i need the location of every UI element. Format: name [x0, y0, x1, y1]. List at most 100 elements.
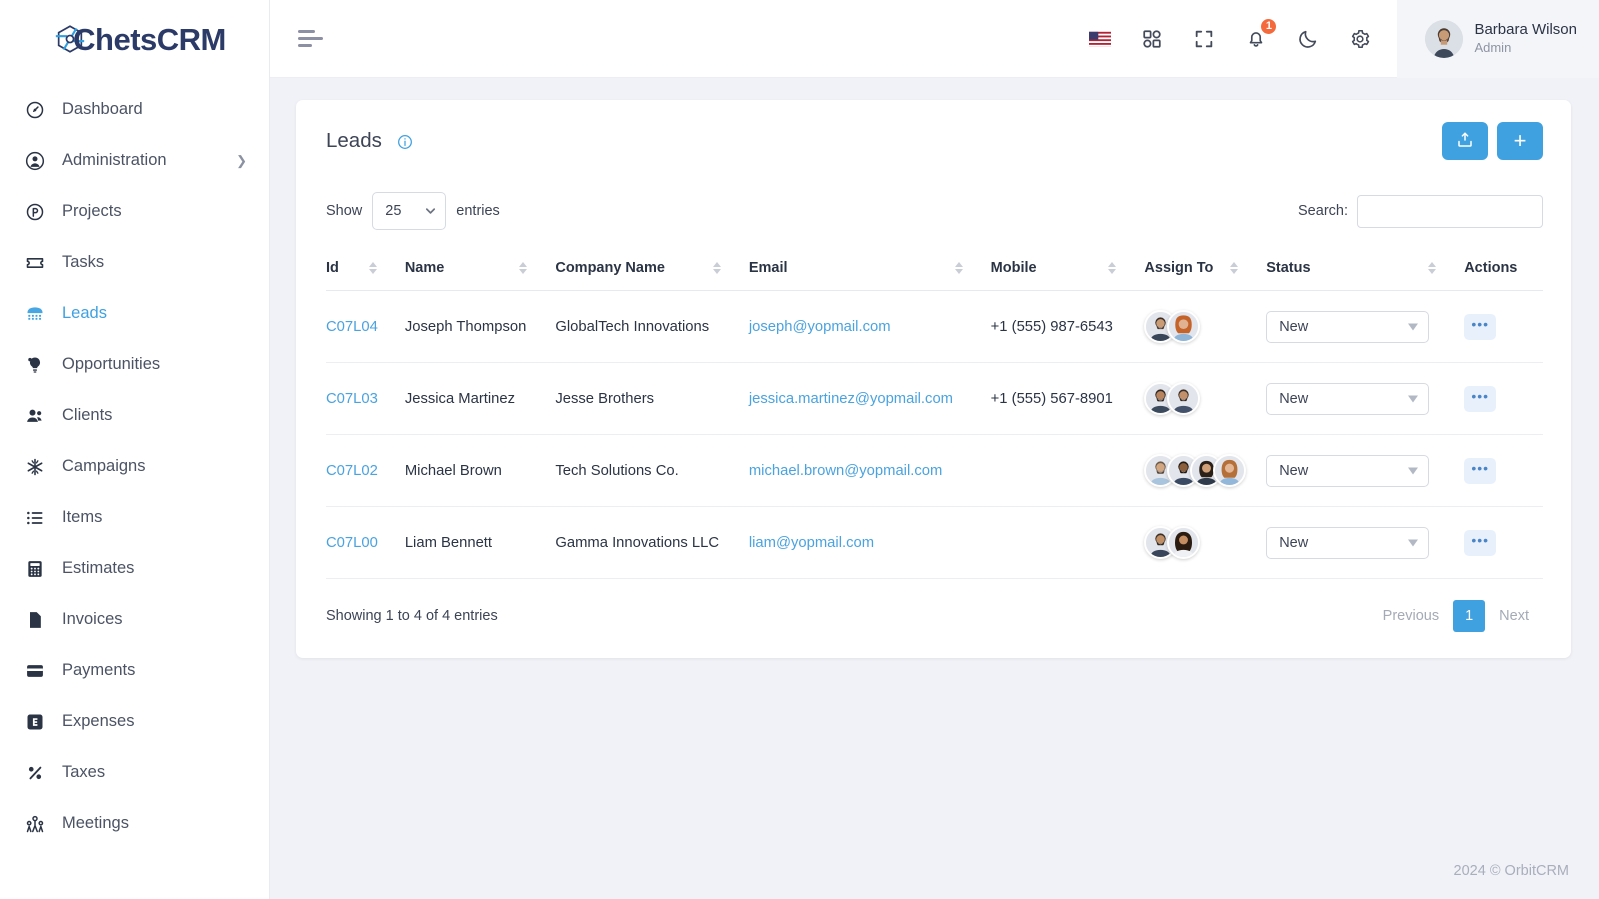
- sidebar-item-leads[interactable]: Leads: [0, 288, 269, 339]
- sidebar-item-invoices[interactable]: Invoices: [0, 594, 269, 645]
- assignee-avatars[interactable]: [1144, 382, 1258, 415]
- email-link[interactable]: liam@yopmail.com: [749, 535, 874, 551]
- sidebar-item-label: Opportunities: [62, 355, 161, 373]
- status-value: New: [1279, 534, 1309, 551]
- assignee-avatars[interactable]: [1144, 454, 1258, 487]
- sidebar-item-expenses[interactable]: Expenses: [0, 696, 269, 747]
- fullscreen-icon[interactable]: [1191, 26, 1217, 52]
- table-row[interactable]: C07L04 Joseph Thompson GlobalTech Innova…: [326, 290, 1543, 363]
- cell-mobile: [990, 506, 1145, 579]
- sort-icon[interactable]: [941, 262, 983, 274]
- sort-icon[interactable]: [1414, 262, 1456, 274]
- search-input[interactable]: [1357, 194, 1543, 228]
- row-actions-button[interactable]: •••: [1464, 529, 1497, 556]
- column-label: Name: [404, 260, 445, 276]
- row-actions-button[interactable]: •••: [1464, 313, 1497, 340]
- sidebar-nav: Dashboard Administration ❯ Projects Task…: [0, 78, 269, 849]
- table-row[interactable]: C07L03 Jessica Martinez Jesse Brothers j…: [326, 362, 1543, 435]
- lead-id-link[interactable]: C07L03: [326, 391, 378, 407]
- add-lead-button[interactable]: +: [1497, 122, 1543, 160]
- cell-mobile: +1 (555) 567-8901: [990, 362, 1145, 435]
- column-header-mobile[interactable]: Mobile: [990, 250, 1145, 291]
- assignee-avatars[interactable]: [1144, 526, 1258, 559]
- row-actions-button[interactable]: •••: [1464, 385, 1497, 412]
- status-value: New: [1279, 318, 1309, 335]
- lead-id-link[interactable]: C07L00: [326, 535, 378, 551]
- column-label: Mobile: [990, 260, 1037, 276]
- row-actions-button[interactable]: •••: [1464, 457, 1497, 484]
- moon-icon[interactable]: [1295, 26, 1321, 52]
- column-header-status[interactable]: Status: [1266, 250, 1465, 291]
- leads-table: Id Name Company Name Email Mobile Assign…: [326, 250, 1543, 579]
- status-value: New: [1279, 462, 1309, 479]
- status-select[interactable]: New: [1266, 454, 1430, 487]
- email-link[interactable]: jessica.martinez@yopmail.com: [749, 391, 953, 407]
- info-circle-icon[interactable]: [397, 134, 413, 150]
- sort-icon[interactable]: [355, 262, 397, 274]
- sidebar-item-opportunities[interactable]: Opportunities: [0, 339, 269, 390]
- sidebar-item-payments[interactable]: Payments: [0, 645, 269, 696]
- page-size-select[interactable]: 25: [372, 192, 447, 230]
- cell-actions: •••: [1464, 434, 1543, 507]
- sidebar-item-label: Estimates: [62, 559, 135, 577]
- column-header-assign-to[interactable]: Assign To: [1144, 250, 1267, 291]
- lightbulb-icon: [24, 354, 46, 376]
- bell-icon[interactable]: 1: [1243, 16, 1279, 52]
- table-row[interactable]: C07L02 Michael Brown Tech Solutions Co. …: [326, 434, 1543, 507]
- grid-apps-icon[interactable]: [1139, 26, 1165, 52]
- page-content: Leads + Show 25 entries Search: Id Name …: [270, 78, 1599, 843]
- entries-label: entries: [456, 203, 500, 219]
- assignee-avatars[interactable]: [1144, 310, 1258, 343]
- sidebar-item-meetings[interactable]: Meetings: [0, 798, 269, 849]
- sidebar-item-taxes[interactable]: Taxes: [0, 747, 269, 798]
- sidebar-item-items[interactable]: Items: [0, 492, 269, 543]
- sidebar-item-administration[interactable]: Administration ❯: [0, 135, 269, 186]
- pagination-previous[interactable]: Previous: [1369, 601, 1453, 631]
- pagination-next[interactable]: Next: [1485, 601, 1543, 631]
- calculator-icon: [24, 558, 46, 580]
- sidebar: ChetsCRM Dashboard Administration ❯ Proj…: [0, 0, 270, 899]
- card-header: Leads +: [296, 100, 1571, 180]
- sidebar-item-projects[interactable]: Projects: [0, 186, 269, 237]
- cell-assignees: [1144, 290, 1267, 363]
- table-row[interactable]: C07L00 Liam Bennett Gamma Innovations LL…: [326, 506, 1543, 579]
- sort-icon[interactable]: [1094, 262, 1136, 274]
- brand-logo[interactable]: ChetsCRM: [0, 0, 269, 78]
- sidebar-item-clients[interactable]: Clients: [0, 390, 269, 441]
- sidebar-item-estimates[interactable]: Estimates: [0, 543, 269, 594]
- column-header-name[interactable]: Name: [404, 250, 556, 291]
- people-icon: [24, 405, 46, 427]
- status-select[interactable]: New: [1266, 526, 1430, 559]
- import-button[interactable]: [1442, 122, 1488, 160]
- column-header-company-name[interactable]: Company Name: [555, 250, 749, 291]
- cell-assignees: [1144, 506, 1267, 579]
- profile-menu[interactable]: Barbara Wilson Admin: [1397, 0, 1599, 78]
- email-link[interactable]: joseph@yopmail.com: [749, 319, 891, 335]
- show-label: Show: [326, 203, 363, 219]
- flag-us-icon[interactable]: [1087, 26, 1113, 52]
- cell-assignees: [1144, 434, 1267, 507]
- sort-icon[interactable]: [505, 262, 547, 274]
- user-circle-icon: [24, 150, 46, 172]
- email-link[interactable]: michael.brown@yopmail.com: [749, 463, 942, 479]
- leads-card: Leads + Show 25 entries Search: Id Name …: [296, 100, 1571, 658]
- status-select[interactable]: New: [1266, 310, 1430, 343]
- sidebar-item-label: Items: [62, 508, 103, 526]
- lead-id-link[interactable]: C07L02: [326, 463, 378, 479]
- hamburger-icon[interactable]: [298, 24, 328, 54]
- pagination-page-1[interactable]: 1: [1453, 600, 1486, 632]
- sort-icon[interactable]: [699, 262, 741, 274]
- sidebar-item-label: Taxes: [62, 763, 106, 781]
- lead-id-link[interactable]: C07L04: [326, 319, 378, 335]
- sidebar-item-tasks[interactable]: Tasks: [0, 237, 269, 288]
- sidebar-item-dashboard[interactable]: Dashboard: [0, 84, 269, 135]
- avatar: [1425, 19, 1464, 58]
- column-header-id[interactable]: Id: [326, 250, 405, 291]
- sort-icon[interactable]: [1216, 262, 1258, 274]
- status-select[interactable]: New: [1266, 382, 1430, 415]
- main-area: 1 Barbara Wilson Admin Leads + Show 25 e…: [270, 0, 1599, 899]
- table-footer: Showing 1 to 4 of 4 entries Previous 1 N…: [326, 579, 1543, 658]
- column-header-email[interactable]: Email: [748, 250, 991, 291]
- gear-icon[interactable]: [1347, 26, 1373, 52]
- sidebar-item-campaigns[interactable]: Campaigns: [0, 441, 269, 492]
